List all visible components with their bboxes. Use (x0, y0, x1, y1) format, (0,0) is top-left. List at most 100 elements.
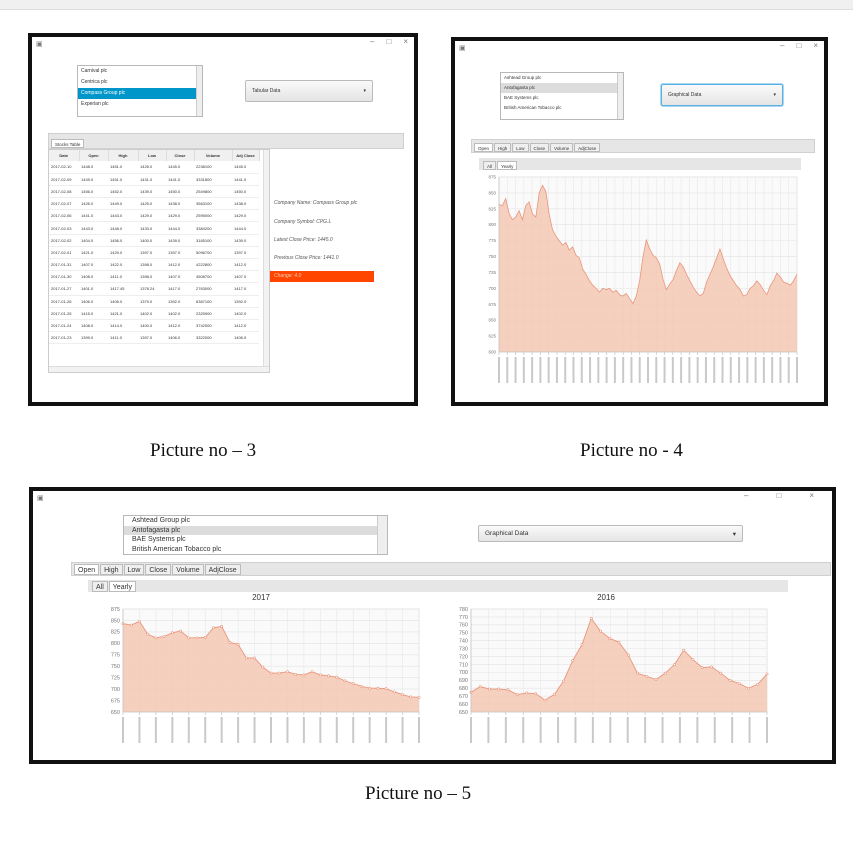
maximize-icon[interactable]: □ (796, 41, 801, 50)
app-icon: ▣ (459, 45, 466, 52)
tab-all[interactable]: All (483, 161, 497, 170)
y-tick-label: 710 (459, 662, 468, 668)
table-cell: 1443.0 (108, 209, 138, 223)
y-tick-label: 730 (459, 646, 468, 652)
table-row[interactable]: 2017-02-06 1441.0 1443.0 1429.0 1429.0 259500… (49, 209, 259, 223)
column-header[interactable]: High (108, 150, 139, 161)
tab-low[interactable]: Low (123, 564, 145, 575)
table-cell: 1406.0 (232, 331, 259, 345)
data-point (343, 679, 347, 683)
x-tick-label (766, 717, 768, 743)
x-tick-label (547, 357, 550, 383)
x-tick-label (696, 717, 699, 743)
tab-open[interactable]: Open (474, 143, 494, 152)
tab-stocks-table[interactable]: Stocks Table (51, 139, 85, 148)
close-icon[interactable]: × (809, 491, 814, 500)
table-horizontal-scrollbar[interactable] (49, 366, 269, 372)
table-vertical-scrollbar[interactable] (263, 150, 269, 372)
table-row[interactable]: 2017-02-02 1404.0 1456.0 1400.0 1439.0 316510… (49, 234, 259, 247)
table-row[interactable]: 2017-01-23 1399.0 1411.0 1397.0 1406.0 332200… (49, 331, 259, 345)
tab-open[interactable]: Open (74, 564, 100, 575)
company-listbox[interactable]: Ashtead Group plc Antofagasta plc BAE Sy… (123, 515, 388, 555)
table-cell: 1417.45 (108, 282, 138, 296)
tab-high[interactable]: High (100, 564, 123, 575)
close-icon[interactable]: × (813, 41, 818, 50)
x-tick-label (748, 717, 751, 743)
table-row[interactable]: 2017-01-31 1407.0 1422.0 1398.0 1412.0 422280… (49, 258, 259, 272)
tab-yearly[interactable]: Yearly (497, 161, 518, 170)
column-header[interactable]: Volume (194, 150, 233, 161)
data-point (543, 698, 547, 702)
close-icon[interactable]: × (403, 37, 408, 46)
tab-close[interactable]: Close (145, 564, 172, 575)
list-item[interactable]: British American Tobacco plc (124, 545, 387, 555)
listbox-scrollbar[interactable] (196, 66, 202, 116)
minimize-icon[interactable]: – (780, 41, 784, 50)
table-row[interactable]: 2017-01-27 1401.0 1417.45 1378.24 1417.0 2763… (49, 282, 259, 296)
list-item-selected[interactable]: Compass Group plc (78, 88, 202, 99)
table-cell: 2017-01-25 (49, 307, 79, 320)
view-select-value: Graphical Data (668, 92, 702, 98)
tab-close[interactable]: Close (529, 143, 550, 152)
x-tick-label (487, 717, 490, 743)
list-item[interactable]: Centrica plc (78, 77, 202, 88)
list-item-selected[interactable]: Antofagasta plc (124, 525, 387, 535)
table-row[interactable]: 2017-02-01 1421.0 1429.0 1397.0 1397.0 509670… (49, 246, 259, 260)
table-row[interactable]: 2017-02-10 1448.0 1451.0 1426.0 1445.0 223810… (49, 161, 259, 174)
list-item[interactable]: Experian plc (78, 99, 202, 110)
company-listbox[interactable]: Ashtead Group plc Antofagasta plc BAE Sy… (500, 72, 624, 120)
x-tick-label (498, 357, 500, 383)
tab-all[interactable]: All (92, 581, 108, 592)
view-select[interactable]: Graphical Data ▾ (478, 525, 743, 542)
minimize-icon[interactable]: – (744, 491, 748, 500)
tab-adjclose[interactable]: AdjClose (574, 143, 601, 152)
x-tick-label (574, 717, 577, 743)
data-point (294, 673, 298, 676)
x-tick-label (796, 357, 798, 383)
list-item[interactable]: Ashtead Group plc (501, 73, 623, 83)
column-header[interactable]: Open (79, 150, 109, 161)
view-select[interactable]: Tabular Data ▾ (245, 80, 373, 102)
table-row[interactable]: 2017-02-03 1443.0 1448.0 1433.0 1444.0 338420… (49, 221, 259, 235)
minimize-icon[interactable]: – (370, 37, 374, 46)
y-tick-label: 675 (111, 698, 120, 704)
view-select-value: Tabular Data (252, 88, 281, 94)
table-row[interactable]: 2017-02-09 1449.0 1451.0 1431.0 1441.0 333180… (49, 173, 259, 186)
window-picture-4: ▣ – □ × Ashtead Group plc Antofagasta pl… (451, 37, 828, 406)
tab-adjclose[interactable]: AdjClose (204, 564, 241, 575)
listbox-scrollbar[interactable] (377, 516, 387, 554)
tab-volume[interactable]: Volume (172, 564, 204, 575)
list-item[interactable]: BAE Systems plc (501, 93, 623, 103)
tab-high[interactable]: High (494, 143, 512, 152)
table-cell: 1406.0 (108, 295, 138, 308)
column-header[interactable]: Low (138, 150, 167, 161)
tab-yearly[interactable]: Yearly (108, 581, 136, 592)
table-row[interactable]: 2017-01-26 1406.0 1406.0 1379.0 1392.0 638710… (49, 295, 259, 308)
column-header[interactable]: Close (166, 150, 195, 161)
x-tick-label (729, 357, 732, 383)
maximize-icon[interactable]: □ (386, 37, 391, 46)
x-tick-label (418, 717, 420, 743)
table-row[interactable]: 2017-01-30 1408.0 1411.0 1398.0 1407.0 450870… (49, 270, 259, 284)
list-item[interactable]: BAE Systems plc (124, 535, 387, 545)
tab-volume[interactable]: Volume (550, 143, 574, 152)
view-select[interactable]: Graphical Data ▾ (661, 84, 783, 106)
list-item[interactable]: British American Tobacco plc (501, 103, 623, 113)
table-row[interactable]: 2017-01-25 1415.0 1421.0 1402.0 1402.0 232590… (49, 307, 259, 320)
tab-low[interactable]: Low (512, 143, 529, 152)
table-cell: 1412.0 (166, 258, 194, 272)
table-row[interactable]: 2017-02-08 1456.0 1452.0 1439.0 1450.0 254980… (49, 185, 259, 199)
column-header[interactable]: Date (49, 150, 80, 161)
table-cell: 1450.0 (166, 185, 194, 199)
maximize-icon[interactable]: □ (776, 491, 781, 500)
company-listbox[interactable]: Carnival plc Centrica plc Compass Group … (77, 65, 203, 117)
list-item-selected[interactable]: Antofagasta plc (501, 83, 623, 93)
listbox-scrollbar[interactable] (617, 73, 623, 119)
list-item[interactable]: Ashtead Group plc (124, 516, 387, 526)
table-row[interactable]: 2017-02-07 1426.0 1449.0 1425.0 1438.0 356310… (49, 197, 259, 211)
column-header[interactable]: Adj Close (232, 150, 260, 161)
table-cell: 1429.0 (108, 246, 138, 260)
table-row[interactable]: 2017-01-24 1408.0 1414.0 1400.0 1412.0 374200… (49, 319, 259, 333)
list-item[interactable]: Carnival plc (78, 66, 202, 77)
x-tick-label (647, 357, 649, 383)
